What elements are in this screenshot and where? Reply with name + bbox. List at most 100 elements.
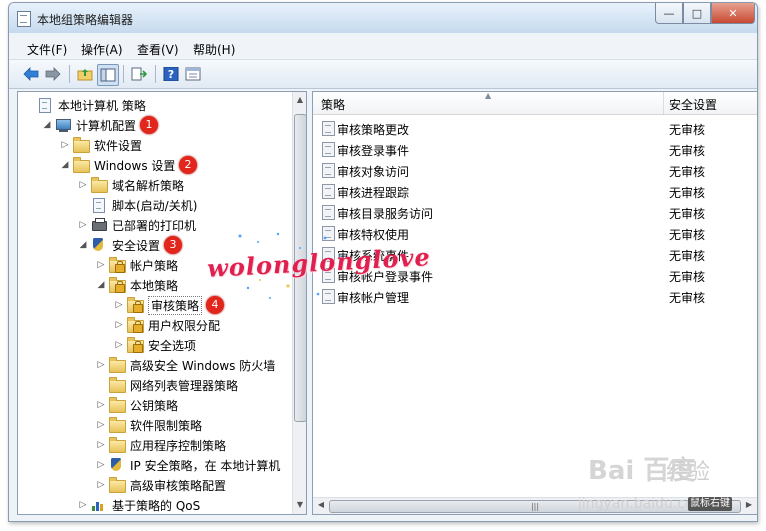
folder-icon <box>108 477 126 493</box>
step-number-badge: 1 <box>140 116 158 134</box>
expand-arrow-icon[interactable]: ▷ <box>76 180 90 190</box>
tree-item[interactable]: ▷ 域名解析策略 <box>76 175 184 195</box>
baidu-jingyan-watermark: Bai 百度 经验 jingyan.baidu.com <box>578 450 758 520</box>
locked-folder-icon <box>126 297 144 313</box>
tree-item-label: IP 安全策略，在 本地计算机 <box>130 458 281 473</box>
locked-folder-icon <box>108 257 126 273</box>
window-controls: — □ ✕ <box>655 3 755 24</box>
menu-view[interactable]: 查看(V) <box>137 41 179 58</box>
collapse-arrow-icon[interactable]: ◢ <box>94 280 108 290</box>
tree-item[interactable]: ▷ 帐户策略 <box>94 255 178 275</box>
menu-action[interactable]: 操作(A) <box>81 41 123 58</box>
properties-icon[interactable] <box>183 64 203 84</box>
tree-item[interactable]: ◢ 本地策略 <box>94 275 178 295</box>
expand-arrow-icon[interactable]: ▷ <box>94 260 108 270</box>
toolbar-separator <box>123 65 124 83</box>
step-number-badge: 4 <box>206 296 224 314</box>
maximize-button[interactable]: □ <box>683 3 711 24</box>
policy-row[interactable]: 审核特权使用 无审核 <box>313 223 757 243</box>
tree-item[interactable]: ▷ IP 安全策略，在 本地计算机 <box>94 455 280 475</box>
tree-item[interactable]: 本地计算机 策略 <box>22 95 146 115</box>
expand-arrow-icon[interactable]: ▷ <box>94 480 108 490</box>
policy-row[interactable]: 审核对象访问 无审核 <box>313 160 757 180</box>
policy-setting: 无审核 <box>669 291 706 305</box>
tree-item[interactable]: ◢ Windows 设置 <box>58 155 175 175</box>
policy-setting: 无审核 <box>669 123 706 137</box>
app-icon <box>17 11 31 27</box>
column-header-setting[interactable]: 安全设置 <box>669 96 717 113</box>
scroll-up-arrow-icon[interactable]: ▲ <box>295 95 305 104</box>
policy-row[interactable]: 审核进程跟踪 无审核 <box>313 181 757 201</box>
tree-item-label: 软件设置 <box>94 138 143 153</box>
scroll-left-arrow-icon[interactable]: ◀ <box>315 500 327 509</box>
back-arrow-icon[interactable] <box>21 64 41 84</box>
export-list-icon[interactable] <box>129 64 149 84</box>
tree-item[interactable]: ▷ 应用程序控制策略 <box>94 435 226 455</box>
toolbar: ? <box>9 60 757 89</box>
expand-arrow-icon[interactable]: ▷ <box>112 340 126 350</box>
close-button[interactable]: ✕ <box>711 3 755 24</box>
expand-arrow-icon[interactable]: ▷ <box>94 400 108 410</box>
scroll-down-arrow-icon[interactable]: ▼ <box>295 500 305 509</box>
tree-item[interactable]: ▷ 高级安全 Windows 防火墙 <box>94 355 275 375</box>
policy-row[interactable]: 审核目录服务访问 无审核 <box>313 202 757 222</box>
tree-item-label: 帐户策略 <box>130 258 179 273</box>
locked-folder-icon <box>108 277 126 293</box>
locked-folder-icon <box>126 317 144 333</box>
step-number-badge: 2 <box>179 156 197 174</box>
tree-item[interactable]: ▷ 基于策略的 QoS <box>76 495 201 514</box>
toolbar-separator <box>69 65 70 83</box>
tree-item[interactable]: ▷ 高级审核策略配置 <box>94 475 226 495</box>
policy-row[interactable]: 审核登录事件 无审核 <box>313 139 757 159</box>
tree-item[interactable]: ▷ 审核策略 <box>112 295 203 315</box>
tree-item[interactable]: ▷ 软件设置 <box>58 135 142 155</box>
folder-icon <box>72 157 90 173</box>
expand-arrow-icon[interactable]: ▷ <box>94 360 108 370</box>
policy-row[interactable]: 审核策略更改 无审核 <box>313 118 757 138</box>
collapse-arrow-icon[interactable]: ◢ <box>40 120 54 130</box>
help-icon[interactable]: ? <box>161 64 181 84</box>
expand-arrow-icon[interactable]: ▷ <box>94 460 108 470</box>
forward-arrow-icon[interactable] <box>43 64 63 84</box>
column-header-policy[interactable]: 策略 <box>321 96 345 113</box>
menu-help[interactable]: 帮助(H) <box>193 41 235 58</box>
show-hide-tree-icon[interactable] <box>97 64 119 86</box>
expand-arrow-icon[interactable]: ▷ <box>94 440 108 450</box>
tree-item[interactable]: ▷ 安全选项 <box>112 335 196 355</box>
tree-item[interactable]: 脚本(启动/关机) <box>76 195 197 215</box>
window-title: 本地组策略编辑器 <box>37 13 134 27</box>
expand-arrow-icon[interactable]: ▷ <box>76 500 90 510</box>
policy-row[interactable]: 审核帐户管理 无审核 <box>313 286 757 306</box>
expand-arrow-icon[interactable]: ▷ <box>58 140 72 150</box>
step-number-badge: 3 <box>164 236 182 254</box>
expand-arrow-icon[interactable]: ▷ <box>112 300 126 310</box>
up-folder-icon[interactable] <box>75 64 95 84</box>
expand-arrow-icon[interactable]: ▷ <box>112 320 126 330</box>
collapse-arrow-icon[interactable]: ◢ <box>58 160 72 170</box>
policy-setting: 无审核 <box>669 165 706 179</box>
minimize-button[interactable]: — <box>655 3 683 24</box>
tree-item[interactable]: ▷ 公钥策略 <box>94 395 178 415</box>
policy-setting: 无审核 <box>669 207 706 221</box>
tree-item[interactable]: ◢ 计算机配置 <box>40 115 136 135</box>
expand-arrow-icon[interactable]: ▷ <box>94 420 108 430</box>
policy-setting: 无审核 <box>669 270 706 284</box>
jingyan-label: 经验 <box>666 460 711 485</box>
folder-icon <box>108 437 126 453</box>
tree-item-label: 软件限制策略 <box>130 418 203 433</box>
tree-item-label: 网络列表管理器策略 <box>130 378 239 393</box>
tree-item[interactable]: 网络列表管理器策略 <box>94 375 238 395</box>
column-divider[interactable] <box>663 92 664 114</box>
folder-icon <box>108 417 126 433</box>
expand-arrow-icon[interactable]: ▷ <box>76 220 90 230</box>
collapse-arrow-icon[interactable]: ◢ <box>76 240 90 250</box>
policy-setting: 无审核 <box>669 144 706 158</box>
printer-icon <box>90 217 108 233</box>
title-bar[interactable]: 本地组策略编辑器 — □ ✕ <box>9 3 757 33</box>
tree-item[interactable]: ◢ 安全设置 <box>76 235 160 255</box>
tree-item[interactable]: ▷ 已部署的打印机 <box>76 215 196 235</box>
tree-item[interactable]: ▷ 软件限制策略 <box>94 415 202 435</box>
tree-item-label: 域名解析策略 <box>112 178 185 193</box>
menu-file[interactable]: 文件(F) <box>27 41 67 58</box>
tree-item[interactable]: ▷ 用户权限分配 <box>112 315 220 335</box>
